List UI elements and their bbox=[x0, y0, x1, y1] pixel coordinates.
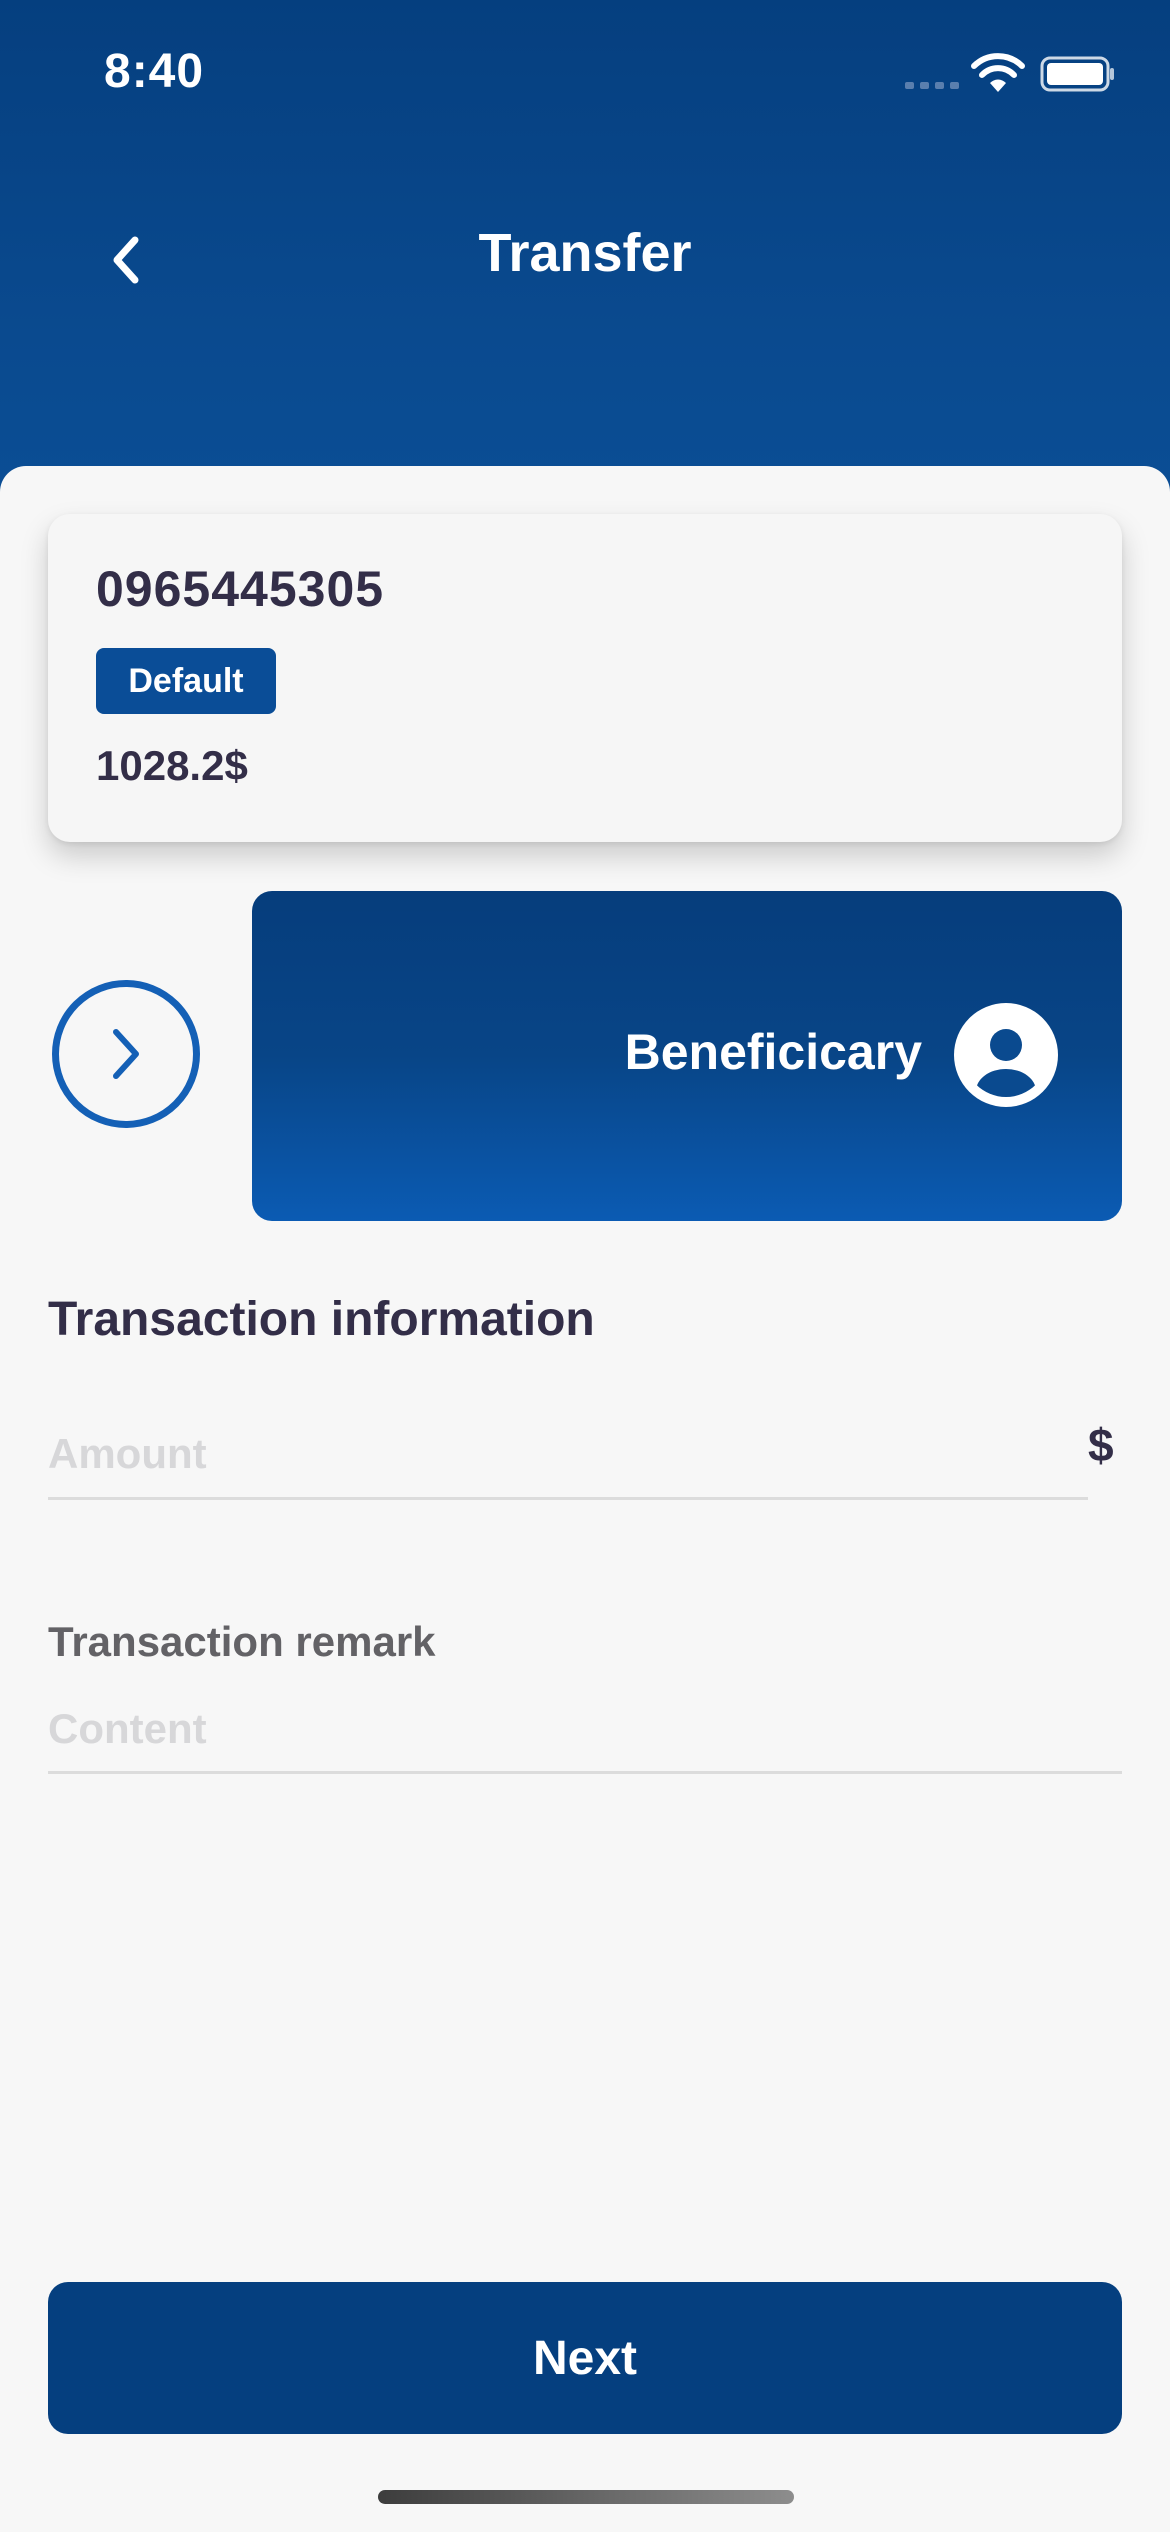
beneficiary-card[interactable]: Beneficicary bbox=[252, 891, 1122, 1221]
transaction-remark-label: Transaction remark bbox=[48, 1618, 436, 1665]
currency-symbol: $ bbox=[1088, 1419, 1114, 1471]
default-badge: Default bbox=[96, 648, 276, 714]
next-button[interactable]: Next bbox=[48, 2282, 1122, 2434]
source-account-card[interactable]: 0965445305 Default 1028.2$ bbox=[48, 514, 1122, 842]
status-time: 8:40 bbox=[104, 45, 205, 98]
beneficiary-label: Beneficicary bbox=[624, 1024, 922, 1080]
page-title: Transfer bbox=[478, 223, 692, 283]
remark-input[interactable] bbox=[48, 1686, 1122, 1774]
cellular-signal-icon bbox=[905, 82, 959, 89]
amount-input[interactable] bbox=[48, 1410, 1088, 1500]
account-number: 0965445305 bbox=[96, 561, 385, 617]
transaction-info-title: Transaction information bbox=[48, 1293, 595, 1346]
account-balance: 1028.2$ bbox=[96, 742, 248, 789]
wifi-icon bbox=[971, 53, 1025, 92]
home-indicator[interactable] bbox=[378, 2490, 794, 2504]
user-avatar-icon bbox=[954, 1003, 1058, 1107]
battery-icon bbox=[1040, 56, 1114, 92]
select-beneficiary-arrow-button[interactable] bbox=[52, 980, 200, 1128]
chevron-right-icon bbox=[113, 1029, 139, 1079]
